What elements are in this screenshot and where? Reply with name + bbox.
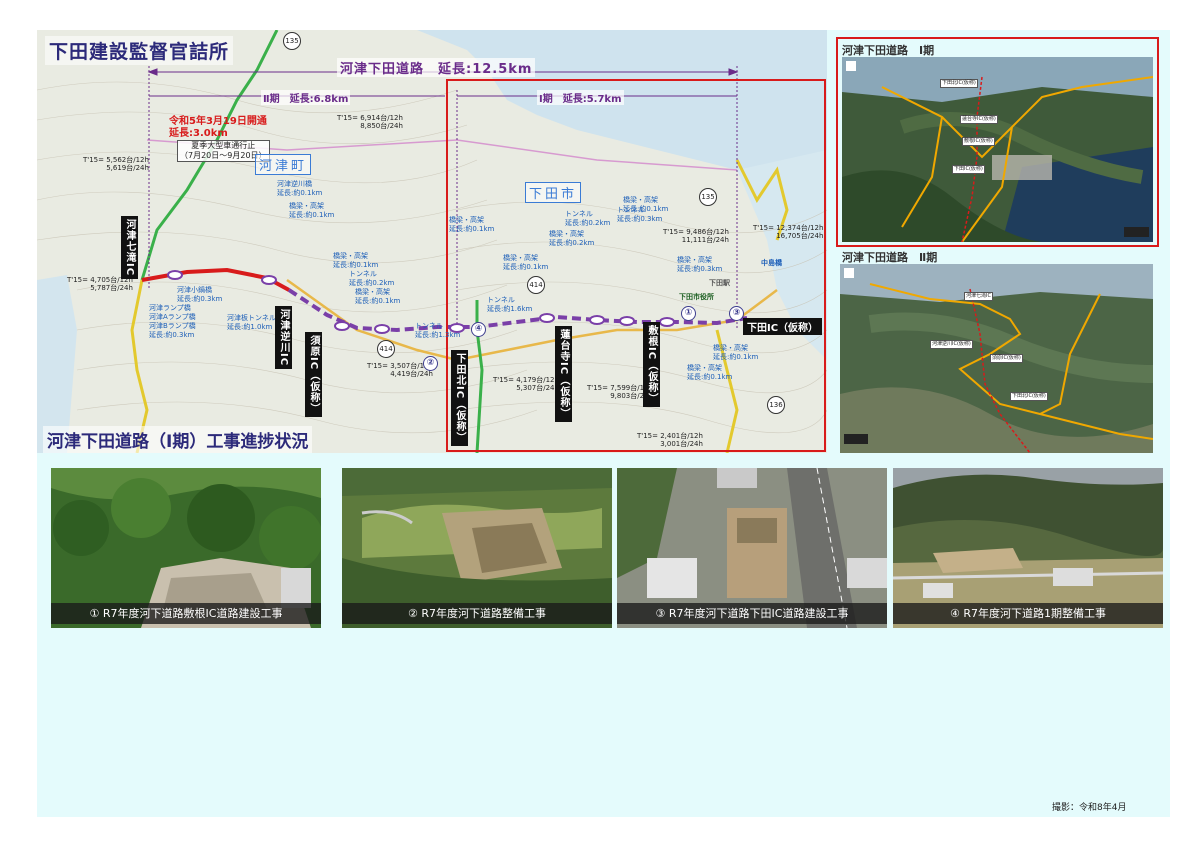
structure-note: 橋梁・高架 延長:約0.1km xyxy=(687,364,733,381)
structure-note: 河津ランプ橋 河津Aランプ橋 河津Bランプ橋 延長:約0.3km xyxy=(149,304,196,339)
aerial-pin: 河津逆川IC(仮称) xyxy=(930,340,973,349)
road-title: 河津下田道路 延長:12.5km xyxy=(337,58,536,77)
landmark-nakajima-bridge: 中島橋 xyxy=(761,259,782,267)
structure-note: 橋梁・高架 延長:約0.1km xyxy=(355,288,401,305)
structure-note: トンネル 延長:約0.2km xyxy=(565,210,611,227)
opening-note: 令和5年3月19日開通 延長:3.0km xyxy=(169,116,267,140)
photo-3-caption: ③ R7年度河下道路下田IC道路建設工事 xyxy=(617,603,887,624)
progress-title: 河津下田道路（Ⅰ期）工事進捗状況 xyxy=(43,426,313,453)
marker-4: ④ xyxy=(471,322,486,337)
structure-note: 橋梁・高架 延長:約0.1km xyxy=(713,344,759,361)
construction-photo-4: ④ R7年度河下道路1期整備工事 xyxy=(893,468,1163,628)
aerial-pin: 須原IC(仮称) xyxy=(990,354,1023,363)
construction-photo-2: ② R7年度河下道路整備工事 xyxy=(342,468,612,628)
photo-1-caption: ① R7年度河下道路敷根IC道路建設工事 xyxy=(51,603,321,624)
photo-4-caption: ④ R7年度河下道路1期整備工事 xyxy=(893,603,1163,624)
opening-date: 令和5年3月19日開通 xyxy=(169,116,267,127)
aerial-pin: 下田北IC(仮称) xyxy=(940,79,978,88)
closure-note-line1: 夏季大型車通行止 xyxy=(191,141,256,150)
aerial-phase1-title: 河津下田道路 Ⅰ期 xyxy=(842,44,935,57)
aerial-pin: 下田IC(仮称) xyxy=(952,165,985,174)
aerial-pin: 下田北IC(仮称) xyxy=(1010,392,1048,401)
ic-label-shimoda: 下田IC（仮称） xyxy=(743,318,823,335)
structure-note: 橋梁・高架 延長:約0.1km xyxy=(289,202,335,219)
aerial-pin: 敷根IC(仮称) xyxy=(962,137,995,146)
traffic-count: T'15= 2,401台/12h 3,001台/24h xyxy=(637,432,703,448)
traffic-count: T'15= 4,179台/12h 5,307台/24h xyxy=(493,376,559,392)
route-136-badge: 136 xyxy=(767,396,785,414)
ic-label-kawazu-sakagawa: 河津逆川IC xyxy=(275,306,292,370)
photo-2-caption: ② R7年度河下道路整備工事 xyxy=(342,603,612,624)
town-kawazu: 河津町 xyxy=(255,154,312,175)
office-name: 下田建設監督官詰所 xyxy=(45,36,234,65)
marker-3: ③ xyxy=(729,306,744,321)
route-414-badge: 414 xyxy=(527,276,545,294)
route-414-badge: 414 xyxy=(377,340,395,358)
aerial-phase1-photo: 下田北IC(仮称) 蓮台寺IC(仮称) 敷根IC(仮称) 下田IC(仮称) xyxy=(842,57,1153,242)
traffic-count: T'15= 6,914台/12h 8,850台/24h xyxy=(337,114,403,130)
phase2-length: Ⅱ期 延長:6.8km xyxy=(261,90,351,105)
aerial-pin: 河津七滝IC xyxy=(964,292,993,301)
structure-note: 橋梁・高架 延長:約0.1km xyxy=(449,216,495,233)
structure-note: 橋梁・高架 延長:約0.1km xyxy=(623,196,669,213)
structure-note: 橋梁・高架 延長:約0.3km xyxy=(677,256,723,273)
aerial-phase2-panel: 河津下田道路 Ⅱ期 河津七滝IC 河津逆川IC(仮称) 須原IC(仮称) 下田北… xyxy=(840,249,1153,453)
traffic-count: T'15= 12,374台/12h 16,705台/24h xyxy=(753,224,824,240)
structure-note: 河津小鍋橋 延長:約0.3km xyxy=(177,286,223,303)
aerial-phase2-photo: 河津七滝IC 河津逆川IC(仮称) 須原IC(仮称) 下田北IC(仮称) xyxy=(840,264,1153,453)
ic-label-kawazu-nanataki: 河津七滝IC xyxy=(121,216,138,280)
marker-1: ① xyxy=(681,306,696,321)
ic-label-shimoda-kita: 下田北IC（仮称） xyxy=(451,350,468,447)
aerial-phase2-title: 河津下田道路 Ⅱ期 xyxy=(842,251,938,264)
structure-note: 河津逆川橋 延長:約0.1km xyxy=(277,180,323,197)
traffic-count: T'15= 9,486台/12h 11,111台/24h xyxy=(663,228,729,244)
ic-label-shikine: 敷根IC（仮称） xyxy=(643,322,660,408)
structure-note: 橋梁・高架 延長:約0.2km xyxy=(549,230,595,247)
traffic-count: T'15= 5,562台/12h 5,619台/24h xyxy=(83,156,149,172)
landmark-station: 下田駅 xyxy=(709,279,730,287)
town-shimoda: 下田市 xyxy=(525,182,582,203)
ic-label-rendaiji: 蓮台寺IC（仮称） xyxy=(555,326,572,423)
construction-photo-1: ① R7年度河下道路敷根IC道路建設工事 xyxy=(51,468,321,628)
route-135-badge: 135 xyxy=(283,32,301,50)
marker-2: ② xyxy=(423,356,438,371)
aerial-pin: 蓮台寺IC(仮称) xyxy=(960,115,998,124)
closure-note-line2: （7月20日～9月20日） xyxy=(180,151,267,160)
phase1-length: Ⅰ期 延長:5.7km xyxy=(537,90,624,105)
landmark-city-hall: 下田市役所 xyxy=(679,293,714,301)
structure-note: 橋梁・高架 延長:約0.1km xyxy=(333,252,379,269)
structure-note: トンネル 延長:約1.6km xyxy=(487,296,533,313)
structure-note: トンネル 延長:約0.2km xyxy=(349,270,395,287)
route-135-badge: 135 xyxy=(699,188,717,206)
construction-photo-3: ③ R7年度河下道路下田IC道路建設工事 xyxy=(617,468,887,628)
photo-credit: 撮影：令和8年4月 xyxy=(1052,803,1127,813)
structure-note: 河津板トンネル 延長:約1.0km xyxy=(227,314,276,331)
main-map: 下田建設監督官詰所 河津下田道路 延長:12.5km Ⅱ期 延長:6.8km Ⅰ… xyxy=(37,30,827,453)
structure-note: トンネル 延長:約1.3km xyxy=(415,322,461,339)
aerial-phase1-panel: 河津下田道路 Ⅰ期 下田北IC(仮称) 蓮台寺IC(仮称) 敷根IC(仮称) 下… xyxy=(836,37,1159,247)
opening-length: 延長:3.0km xyxy=(169,128,228,139)
structure-note: 橋梁・高架 延長:約0.1km xyxy=(503,254,549,271)
ic-label-subara: 須原IC（仮称） xyxy=(305,332,322,418)
